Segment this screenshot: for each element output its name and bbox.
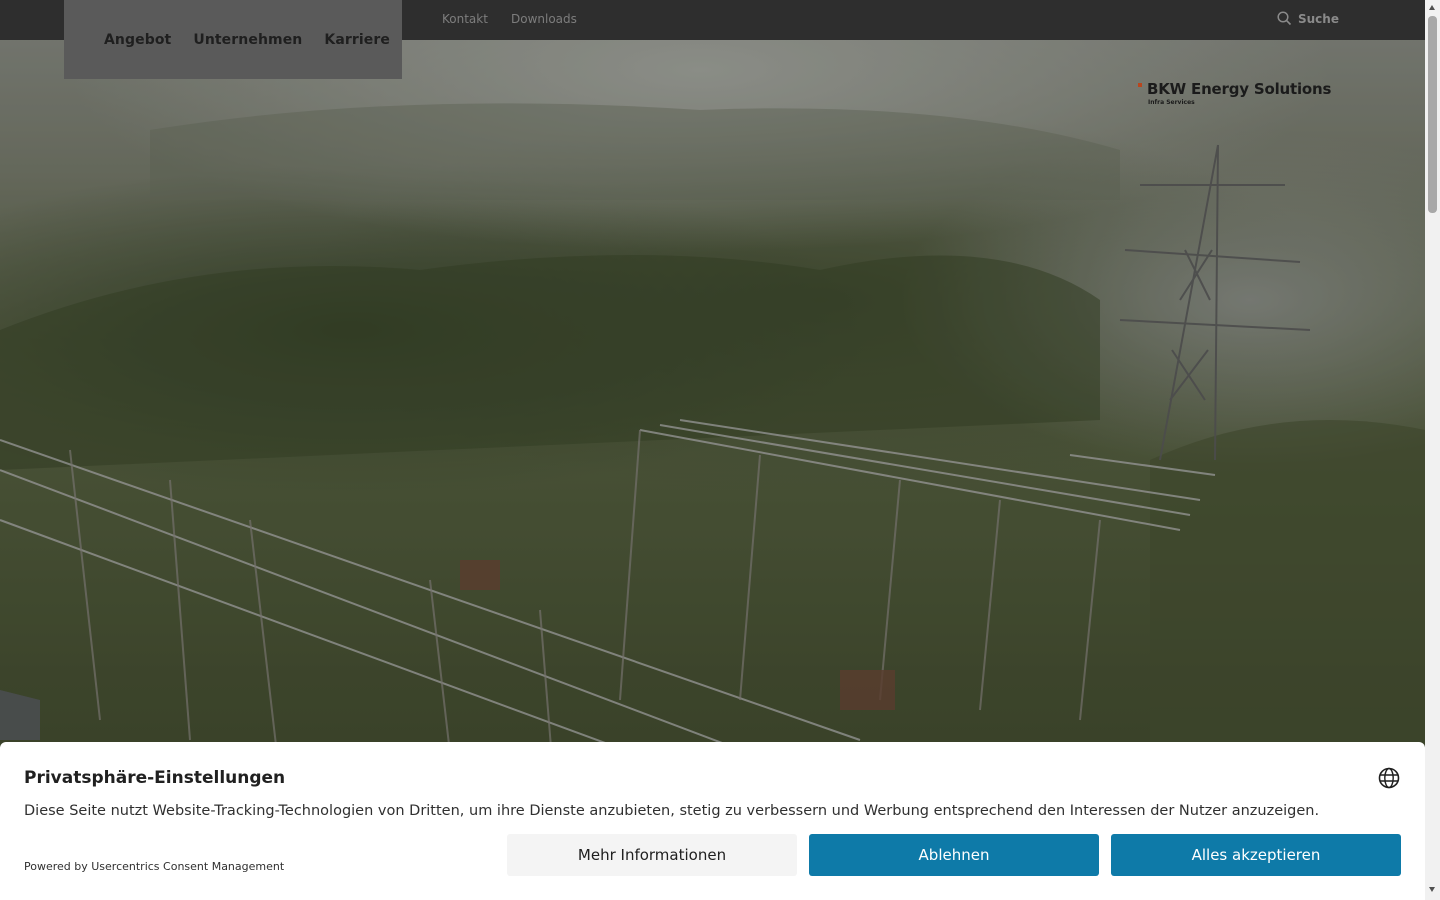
deny-button[interactable]: Ablehnen: [809, 834, 1099, 876]
accept-all-button[interactable]: Alles akzeptieren: [1111, 834, 1401, 876]
logo-subtitle: Infra Services: [1148, 99, 1195, 106]
search-button[interactable]: Suche: [1277, 11, 1339, 26]
more-info-button[interactable]: Mehr Informationen: [507, 834, 797, 876]
logo-name: BKW Energy Solutions: [1147, 80, 1332, 98]
powered-by-link[interactable]: Powered by Usercentrics Consent Manageme…: [24, 860, 284, 873]
nav-item-angebot[interactable]: Angebot: [104, 32, 171, 48]
kontakt-link[interactable]: Kontakt: [442, 12, 488, 26]
consent-banner: Privatsphäre-Einstellungen Diese Seite n…: [0, 742, 1425, 900]
nav-item-karriere[interactable]: Karriere: [324, 32, 390, 48]
scroll-up-arrow-icon[interactable]: [1429, 5, 1435, 10]
scroll-thumb[interactable]: [1428, 16, 1437, 213]
search-icon: [1277, 11, 1292, 26]
page-scrollbar[interactable]: [1425, 0, 1440, 900]
consent-title: Privatsphäre-Einstellungen: [24, 768, 286, 788]
scroll-down-arrow-icon[interactable]: [1429, 887, 1435, 892]
consent-description: Diese Seite nutzt Website-Tracking-Techn…: [24, 803, 1320, 819]
main-nav: Angebot Unternehmen Karriere: [64, 0, 402, 79]
logo-mark: [1138, 83, 1142, 87]
globe-icon[interactable]: [1378, 767, 1400, 789]
downloads-link[interactable]: Downloads: [511, 12, 577, 26]
search-label: Suche: [1298, 11, 1339, 26]
nav-item-unternehmen[interactable]: Unternehmen: [193, 32, 302, 48]
company-logo[interactable]: BKW Energy Solutions Infra Services: [1138, 80, 1338, 110]
